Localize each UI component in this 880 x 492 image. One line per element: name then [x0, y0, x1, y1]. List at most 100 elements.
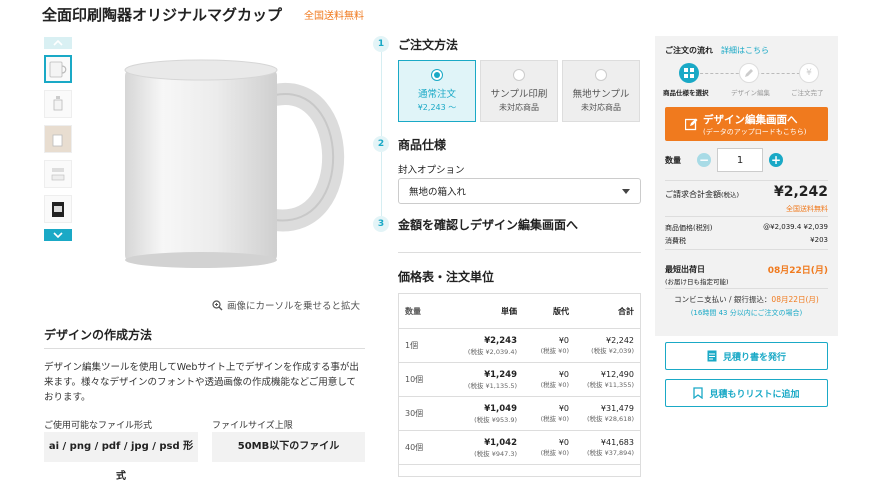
thumbnail-down-button[interactable] [44, 229, 72, 241]
order-option-normal[interactable]: 通常注文 ¥2,243 〜 [398, 60, 476, 122]
edit-icon [685, 118, 698, 131]
main-product-image[interactable] [115, 50, 365, 280]
cell-plate-tax: (税抜 ¥0) [540, 415, 569, 423]
step-number-3: 3 [373, 216, 389, 232]
table-row[interactable]: 40個 ¥1,042 (税抜 ¥947.3) ¥0 (税抜 ¥0) ¥41,683 (… [399, 430, 640, 464]
cell-unit: ¥2,243 [484, 335, 517, 346]
grid-icon [684, 68, 694, 78]
total-value: ¥2,242 [773, 184, 828, 200]
tax-value: ¥203 [810, 236, 828, 244]
cell-plate: ¥0 [558, 438, 569, 447]
cell-qty: 10個 [405, 375, 424, 384]
header-unit: 単価 [501, 306, 517, 316]
table-row[interactable]: 10個 ¥1,249 (税抜 ¥1,135.5) ¥0 (税抜 ¥0) ¥12,49… [399, 362, 640, 396]
cell-unit-tax: (税抜 ¥1,135.5) [467, 381, 517, 390]
cell-unit-tax: (税抜 ¥953.9) [474, 415, 517, 424]
thumbnail-5[interactable] [44, 195, 72, 223]
cell-total: ¥12,490 [600, 370, 634, 379]
quote-button[interactable]: 見積り書を発行 [665, 342, 828, 370]
header-qty: 数量 [405, 306, 421, 316]
order-option-sample-print[interactable]: サンプル印刷 未対応商品 [480, 60, 558, 122]
cell-unit-tax: (税抜 ¥2,039.4) [467, 347, 517, 356]
price-table: 数量 単価 版代 合計 1個 ¥2,243 (税抜 ¥2,039.4) ¥0 (税抜… [398, 293, 641, 477]
divider [665, 288, 828, 289]
design-edit-button-label: デザイン編集画面へ [703, 114, 798, 126]
radio-selected-icon [431, 69, 443, 81]
document-icon [707, 350, 717, 362]
flow-detail-link[interactable]: 詳細はこちら [721, 45, 769, 56]
qty-decrease-button[interactable]: − [697, 153, 711, 167]
cell-unit-tax: (税抜 ¥947.3) [474, 449, 517, 458]
qty-input[interactable]: 1 [717, 148, 763, 172]
order-option-plain-sample[interactable]: 無地サンプル 未対応商品 [562, 60, 640, 122]
mug-thumbnail-image [52, 134, 63, 147]
thumbnail-column [44, 37, 72, 241]
spec-label: 封入オプション [398, 165, 465, 176]
design-edit-button[interactable]: デザイン編集画面へ (データのアップロードもこちら) [665, 107, 828, 141]
order-panel: ご注文の流れ 詳細はこちら ¥ 商品仕様を選択 デザイン編集 ご注文完了 デザイ… [655, 36, 838, 336]
radio-icon [595, 69, 607, 81]
minus-icon: − [698, 153, 710, 167]
zoom-hint-text: 画像にカーソルを乗せると拡大 [227, 301, 361, 312]
divider [665, 180, 828, 181]
ship-date: 08月22日(月) [767, 266, 828, 276]
thumbnail-up-button[interactable] [44, 37, 72, 49]
design-method-heading: デザインの作成方法 [44, 328, 153, 342]
cell-unit: ¥1,042 [484, 437, 517, 448]
ship-label-sub: (お届け日も指定可能) [665, 278, 729, 286]
cell-total-tax: (税抜 ¥37,894) [586, 449, 634, 457]
step-connector [381, 152, 382, 218]
qty-increase-button[interactable]: + [769, 153, 783, 167]
flow-step-design-icon [739, 63, 759, 83]
item-price-label: 商品価格(税別) [665, 224, 713, 232]
zoom-icon [212, 299, 223, 310]
quote-list-button[interactable]: 見積もりリストに追加 [665, 379, 828, 407]
price-table-heading: 価格表・注文単位 [398, 270, 495, 284]
mug-image [124, 59, 345, 268]
flow-step-label: デザイン編集 [731, 89, 770, 97]
packaging-select[interactable]: 無地の箱入れ [398, 178, 641, 204]
cell-plate-tax: (税抜 ¥0) [540, 347, 569, 355]
order-option-sub: 未対応商品 [499, 103, 539, 112]
cell-total: ¥41,683 [600, 438, 634, 447]
flow-step-label: 商品仕様を選択 [663, 89, 709, 97]
design-method-description: デザイン編集ツールを使用してWebサイト上でデザインを作成する事が出来ます。様々… [44, 362, 359, 403]
cell-total-tax: (税抜 ¥28,618) [586, 415, 634, 423]
table-row[interactable]: 30個 ¥1,049 (税抜 ¥953.9) ¥0 (税抜 ¥0) ¥31,479 (… [399, 396, 640, 430]
cell-total: ¥2,242 [606, 336, 634, 345]
file-types-label: ご使用可能なファイル形式 [44, 421, 153, 431]
quote-list-button-label: 見積もりリストに追加 [709, 389, 800, 400]
conv-payment-info: コンビニ支払い / 銀行振込：08月22日(月) [674, 295, 819, 304]
cell-qty: 40個 [405, 443, 424, 452]
design-edit-button-sub: (データのアップロードもこちら) [703, 128, 807, 136]
thumbnail-3[interactable] [44, 125, 72, 153]
page-title: 全面印刷陶器オリジナルマグカップ [42, 6, 283, 24]
thumbnail-4[interactable] [44, 160, 72, 188]
mug-thumbnail-image [52, 202, 64, 217]
order-option-sub: 未対応商品 [581, 103, 621, 112]
step-connector [381, 52, 382, 138]
thumbnail-1[interactable] [44, 55, 72, 83]
cell-total-tax: (税抜 ¥2,039) [591, 347, 634, 355]
cell-total: ¥31,479 [600, 404, 634, 413]
cell-qty: 1個 [405, 341, 419, 350]
order-option-label: サンプル印刷 [490, 89, 548, 100]
order-option-sub: ¥2,243 〜 [417, 103, 457, 112]
bookmark-icon [693, 387, 704, 399]
header-total: 合計 [618, 306, 634, 316]
order-option-label: 無地サンプル [572, 89, 630, 100]
zoom-hint: 画像にカーソルを乗せると拡大 [212, 298, 360, 312]
thumbnail-2[interactable] [44, 90, 72, 118]
cell-plate-tax: (税抜 ¥0) [540, 381, 569, 389]
header-plate: 版代 [553, 306, 569, 316]
file-size-label: ファイルサイズ上限 [212, 421, 293, 431]
divider [665, 216, 828, 217]
step-title-spec: 商品仕様 [398, 138, 447, 152]
total-free-shipping: 全国送料無料 [786, 205, 828, 213]
dropdown-arrow-icon [622, 188, 630, 194]
table-row[interactable]: 1個 ¥2,243 (税抜 ¥2,039.4) ¥0 (税抜 ¥0) ¥2,242 (… [399, 328, 640, 362]
cell-unit: ¥1,249 [484, 369, 517, 380]
order-option-label: 通常注文 [417, 89, 456, 100]
mug-thumbnail-image [49, 61, 67, 78]
flow-step-label: ご注文完了 [791, 89, 824, 97]
